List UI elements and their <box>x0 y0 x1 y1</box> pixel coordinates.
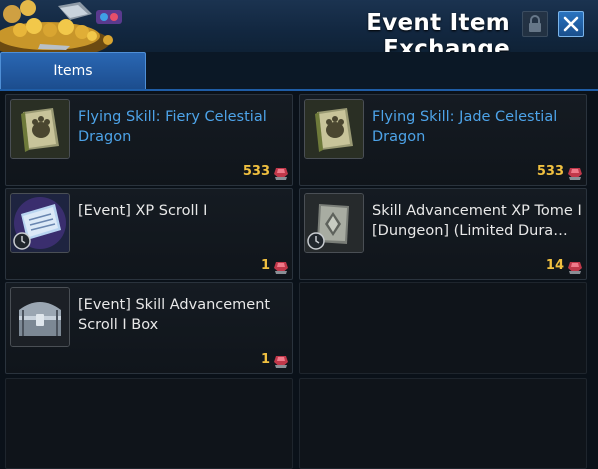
item-grid: Flying Skill: Fiery Celestial Dragon 533… <box>0 91 598 469</box>
item-price: 1 <box>260 258 270 273</box>
chest-icon <box>10 287 70 347</box>
item-card[interactable]: [Event] Skill Advancement Scroll I Box 1 <box>5 282 293 374</box>
item-price: 14 <box>545 258 564 273</box>
tab-bar: Items <box>0 52 598 91</box>
lock-button[interactable] <box>522 11 548 37</box>
empty-slot <box>299 282 587 374</box>
clock-icon <box>307 232 325 250</box>
item-name: Skill Advancement XP Tome I [Dungeon] (L… <box>372 203 582 239</box>
item-card[interactable]: Flying Skill: Jade Celestial Dragon 533 <box>299 94 587 186</box>
item-card[interactable]: Flying Skill: Fiery Celestial Dragon 533 <box>5 94 293 186</box>
currency-gem-icon <box>274 356 288 368</box>
currency-gem-icon <box>274 262 288 274</box>
skill-book-icon <box>10 99 70 159</box>
currency-gem-icon <box>274 168 288 180</box>
currency-gem-icon <box>568 168 582 180</box>
item-price: 533 <box>242 164 270 179</box>
item-name: [Event] Skill Advancement Scroll I Box <box>78 297 271 333</box>
item-price: 1 <box>260 352 270 367</box>
currency-gem-icon <box>568 262 582 274</box>
close-button[interactable] <box>558 11 584 37</box>
window-header: Event Item Exchange <box>0 0 598 62</box>
tome-icon <box>304 193 364 253</box>
item-price: 533 <box>536 164 564 179</box>
empty-slot <box>299 378 587 469</box>
clock-icon <box>13 232 31 250</box>
item-card[interactable]: Skill Advancement XP Tome I [Dungeon] (L… <box>299 188 587 280</box>
item-card[interactable]: [Event] XP Scroll I 1 <box>5 188 293 280</box>
close-icon <box>563 16 579 32</box>
tab-items[interactable]: Items <box>0 52 146 89</box>
empty-slot <box>5 378 293 469</box>
treasure-pile-icon <box>0 0 140 52</box>
item-name: Flying Skill: Jade Celestial Dragon <box>372 109 558 145</box>
item-name: Flying Skill: Fiery Celestial Dragon <box>78 109 267 145</box>
lock-icon <box>529 15 541 32</box>
skill-book-icon <box>304 99 364 159</box>
item-name: [Event] XP Scroll I <box>78 203 208 219</box>
scroll-icon <box>10 193 70 253</box>
